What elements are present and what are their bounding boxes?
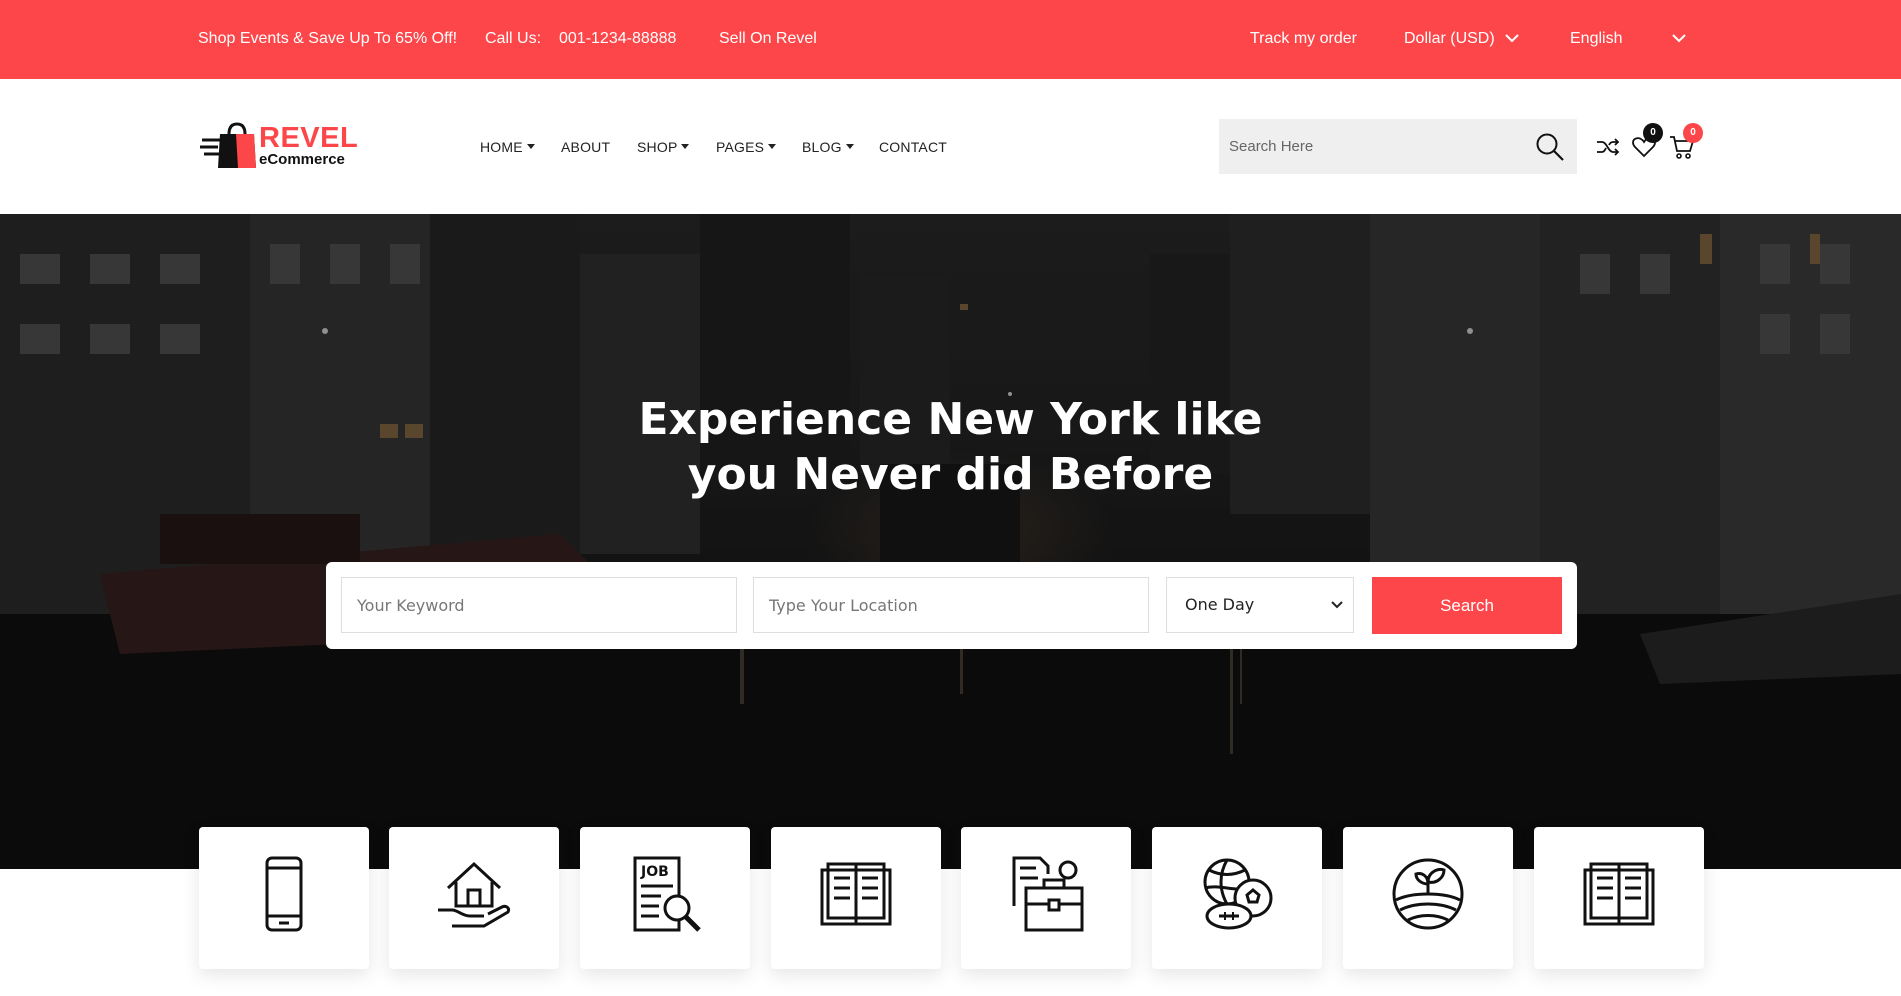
open-book-icon: [820, 862, 892, 926]
caret-down-icon: [845, 144, 854, 149]
nav-blog-label: BLOG: [802, 139, 842, 155]
nav-home[interactable]: HOME: [480, 138, 535, 156]
main-header: REVEL eCommerce HOME ABOUT SHOP PAGES BL…: [0, 79, 1901, 214]
caret-down-icon: [526, 144, 535, 149]
hero-title-line-2: you Never did Before: [687, 449, 1214, 500]
category-tile[interactable]: JOB: [580, 827, 750, 969]
nav-contact[interactable]: CONTACT: [879, 138, 947, 156]
hero-title: Experience New York like you Never did B…: [0, 392, 1901, 502]
call-label: Call Us:: [485, 30, 542, 47]
promo-text: Shop Events & Save Up To 65% Off!: [198, 30, 458, 47]
wishlist-count-badge: 0: [1643, 123, 1663, 143]
caret-down-icon: [768, 144, 777, 149]
svg-text:JOB: JOB: [640, 864, 669, 880]
location-input[interactable]: [753, 577, 1149, 633]
sports-balls-icon: [1203, 858, 1273, 930]
briefcase-settings-icon: [1012, 856, 1084, 932]
sell-on-revel-link[interactable]: Sell On Revel: [719, 29, 817, 49]
nav-home-label: HOME: [480, 139, 523, 155]
nav-shop[interactable]: SHOP: [637, 138, 690, 156]
nav-pages-label: PAGES: [716, 139, 765, 155]
duration-selected-value: One Day: [1185, 595, 1255, 614]
keyword-input[interactable]: [341, 577, 737, 633]
hero-banner: Experience New York like you Never did B…: [0, 214, 1901, 869]
category-tile[interactable]: [1534, 827, 1704, 969]
category-tile[interactable]: [1152, 827, 1322, 969]
open-book-icon: [1583, 862, 1655, 926]
search-icon[interactable]: [1535, 132, 1565, 162]
category-tile[interactable]: [771, 827, 941, 969]
agriculture-icon: [1392, 858, 1464, 930]
nav-pages[interactable]: PAGES: [716, 138, 777, 156]
logo-subtitle: eCommerce: [259, 151, 345, 168]
home-in-hand-icon: [438, 861, 510, 928]
top-bar: Shop Events & Save Up To 65% Off! Call U…: [0, 0, 1901, 79]
language-select[interactable]: English: [1570, 29, 1622, 49]
nav-about-label: ABOUT: [561, 139, 611, 155]
header-search-input[interactable]: [1219, 119, 1519, 174]
cart-count-badge: 0: [1683, 123, 1703, 143]
job-search-icon: JOB: [633, 856, 701, 932]
nav-contact-label: CONTACT: [879, 139, 948, 155]
shopping-bag-logo-icon: [200, 122, 256, 168]
chevron-down-icon: [1331, 601, 1343, 609]
chevron-down-icon[interactable]: [1504, 32, 1520, 44]
smartphone-icon: [265, 856, 303, 932]
category-tile[interactable]: [389, 827, 559, 969]
hero-title-line-1: Experience New York like: [638, 394, 1263, 445]
caret-down-icon: [681, 144, 690, 149]
track-order-link[interactable]: Track my order: [1250, 29, 1357, 49]
category-tiles: JOB: [199, 827, 1705, 996]
search-finder-form: One Day Search: [326, 562, 1577, 649]
category-tile[interactable]: [961, 827, 1131, 969]
nav-blog[interactable]: BLOG: [802, 138, 854, 156]
phone-link[interactable]: 001-1234-88888: [559, 29, 676, 49]
logo-wordmark: REVEL: [259, 122, 359, 154]
header-search: [1219, 119, 1577, 174]
search-button[interactable]: Search: [1372, 577, 1562, 634]
category-tile[interactable]: [199, 827, 369, 969]
duration-select[interactable]: One Day: [1166, 577, 1354, 633]
compare-shuffle-icon[interactable]: [1595, 134, 1621, 160]
city-canal-background-image: [0, 214, 1901, 869]
category-tile[interactable]: [1343, 827, 1513, 969]
currency-select[interactable]: Dollar (USD): [1404, 29, 1495, 49]
site-logo[interactable]: REVEL eCommerce: [200, 120, 358, 172]
nav-shop-label: SHOP: [637, 139, 678, 155]
nav-about[interactable]: ABOUT: [561, 138, 610, 156]
chevron-down-icon[interactable]: [1671, 32, 1687, 44]
